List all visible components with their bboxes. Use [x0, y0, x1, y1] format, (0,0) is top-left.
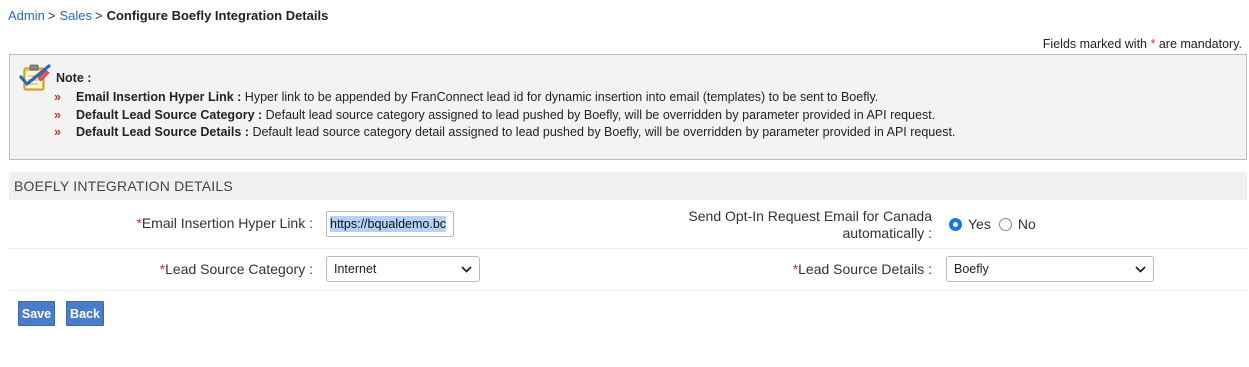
email-link-value: https://bqualdemo.bc: [330, 216, 447, 232]
opt-in-yes-radio[interactable]: [949, 217, 962, 231]
lead-source-details-label: *Lead Source Details :: [700, 261, 932, 278]
lead-source-category-value: Internet: [334, 262, 377, 276]
lead-source-category-label: *Lead Source Category :: [100, 261, 313, 278]
note-item: » Default Lead Source Category : Default …: [54, 107, 955, 125]
row-divider: [9, 290, 1247, 291]
note-item-label: Email Insertion Hyper Link :: [76, 90, 242, 104]
opt-in-no-radio[interactable]: [998, 217, 1012, 231]
note-title: Note :: [56, 71, 92, 85]
email-link-label-text: Email Insertion Hyper Link :: [141, 215, 313, 231]
opt-in-yes-label[interactable]: Yes: [968, 216, 991, 232]
lead-source-details-value: Boefly: [954, 262, 989, 276]
opt-in-label-line2: automatically :: [842, 225, 932, 241]
opt-in-no-label[interactable]: No: [1018, 216, 1036, 232]
note-item-text: Default lead source category assigned to…: [262, 107, 936, 122]
note-item-label: Default Lead Source Details :: [76, 125, 249, 140]
note-item-text: Default lead source category detail assi…: [248, 125, 956, 140]
bullet-arrow-icon: »: [54, 125, 61, 140]
opt-in-radio-group: Yes No: [949, 216, 1044, 232]
mandatory-prefix: Fields marked with: [1042, 37, 1147, 51]
bullet-arrow-icon: »: [54, 90, 61, 104]
mandatory-suffix: are mandatory.: [1158, 37, 1242, 51]
note-item: » Email Insertion Hyper Link : Hyper link…: [54, 89, 955, 107]
mandatory-fields-note: Fields marked with * are mandatory.: [1043, 37, 1242, 51]
notepad-check-icon: [19, 64, 51, 91]
opt-in-label-line1: Send Opt-In Request Email for Canada: [688, 208, 932, 224]
chevron-down-icon: [1135, 266, 1146, 272]
note-item: » Default Lead Source Details : Default l…: [54, 124, 955, 142]
section-header: BOEFLY INTEGRATION DETAILS: [9, 172, 1247, 200]
email-link-label: *Email Insertion Hyper Link :: [100, 215, 313, 232]
bullet-arrow-icon: »: [54, 107, 61, 122]
note-list: » Email Insertion Hyper Link : Hyper link…: [54, 89, 955, 142]
row-divider: [9, 248, 1247, 249]
lead-source-details-select[interactable]: Boefly: [946, 256, 1154, 282]
lead-source-details-label-text: Lead Source Details :: [798, 261, 932, 277]
save-button[interactable]: Save: [18, 301, 55, 326]
note-item-text: Hyper link to be appended by FranConnect…: [241, 90, 879, 104]
breadcrumb-link-sales[interactable]: Sales: [59, 8, 92, 23]
page-title: Configure Boefly Integration Details: [106, 8, 329, 23]
note-panel: Note : » Email Insertion Hyper Link : Hyp…: [9, 54, 1247, 160]
breadcrumb: Admin > Sales > Configure Boefly Integration…: [8, 8, 328, 24]
breadcrumb-separator: >: [94, 8, 103, 23]
breadcrumb-separator: >: [47, 8, 56, 23]
opt-in-label: Send Opt-In Request Email for Canada aut…: [640, 208, 932, 242]
back-button[interactable]: Back: [66, 301, 104, 326]
lead-source-category-label-text: Lead Source Category :: [165, 261, 313, 277]
email-link-input[interactable]: https://bqualdemo.bc: [326, 211, 454, 237]
lead-source-category-select[interactable]: Internet: [326, 256, 480, 282]
required-star: *: [1150, 37, 1156, 51]
chevron-down-icon: [461, 266, 472, 272]
note-item-label: Default Lead Source Category :: [76, 107, 263, 122]
breadcrumb-link-admin[interactable]: Admin: [8, 8, 45, 23]
